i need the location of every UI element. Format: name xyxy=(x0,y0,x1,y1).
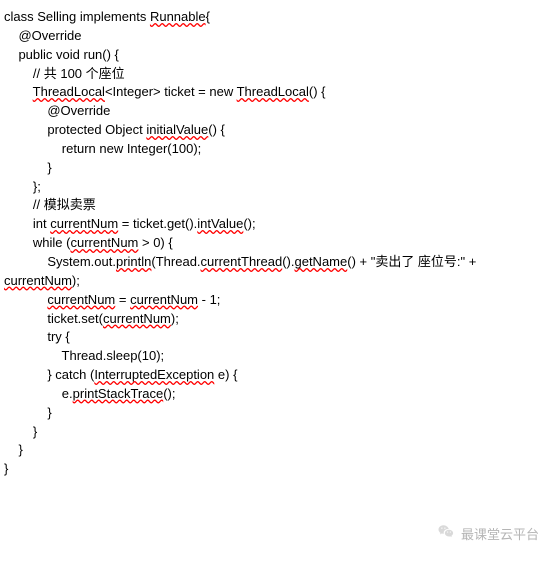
squiggly-text: currentNum xyxy=(4,273,72,288)
text: { xyxy=(206,9,210,24)
text: System.out. xyxy=(4,254,116,269)
text: (Thread. xyxy=(151,254,200,269)
code-line: }; xyxy=(4,178,547,197)
squiggly-text: InterruptedException xyxy=(94,367,214,382)
code-line: return new Integer(100); xyxy=(4,140,547,159)
text: ); xyxy=(171,311,179,326)
code-line: ticket.set(currentNum); xyxy=(4,310,547,329)
text: - 1; xyxy=(198,292,220,307)
code-line: e.printStackTrace(); xyxy=(4,385,547,404)
watermark-text: 最课堂云平台 xyxy=(461,524,539,543)
text: <Integer> ticket = new xyxy=(105,84,237,99)
squiggly-text: currentNum xyxy=(47,292,115,307)
squiggly-text: ThreadLocal xyxy=(33,84,105,99)
text: > 0) { xyxy=(138,235,172,250)
squiggly-text: ThreadLocal xyxy=(237,84,309,99)
code-block: class Selling implements Runnable{ @Over… xyxy=(4,8,547,479)
squiggly-text: getName xyxy=(294,254,347,269)
text: () { xyxy=(208,122,225,137)
squiggly-text: intValue xyxy=(197,216,243,231)
squiggly-text: Runnable xyxy=(150,9,206,24)
code-line: currentNum); xyxy=(4,272,547,291)
code-line: // 模拟卖票 xyxy=(4,196,547,215)
text: int xyxy=(4,216,50,231)
code-line: } xyxy=(4,159,547,178)
code-line: protected Object initialValue() { xyxy=(4,121,547,140)
code-line: System.out.println(Thread.currentThread(… xyxy=(4,253,547,272)
text: = ticket.get(). xyxy=(118,216,197,231)
text: protected Object xyxy=(4,122,146,137)
text: (). xyxy=(282,254,294,269)
code-line: class Selling implements Runnable{ xyxy=(4,8,547,27)
wechat-icon xyxy=(437,523,455,544)
squiggly-text: currentThread xyxy=(201,254,283,269)
code-line: // 共 100 个座位 xyxy=(4,65,547,84)
squiggly-text: initialValue xyxy=(146,122,208,137)
squiggly-text: printStackTrace xyxy=(73,386,164,401)
text: } catch ( xyxy=(4,367,94,382)
squiggly-text: println xyxy=(116,254,151,269)
text: ); xyxy=(72,273,80,288)
code-line: ThreadLocal<Integer> ticket = new Thread… xyxy=(4,83,547,102)
text: class Selling implements xyxy=(4,9,150,24)
text: e) { xyxy=(214,367,237,382)
text: ticket.set( xyxy=(4,311,103,326)
code-line: public void run() { xyxy=(4,46,547,65)
text: (); xyxy=(243,216,255,231)
code-line: } xyxy=(4,441,547,460)
squiggly-text: currentNum xyxy=(70,235,138,250)
squiggly-text: currentNum xyxy=(50,216,118,231)
code-line: try { xyxy=(4,328,547,347)
code-line: currentNum = currentNum - 1; xyxy=(4,291,547,310)
text: while ( xyxy=(4,235,70,250)
code-line: while (currentNum > 0) { xyxy=(4,234,547,253)
code-line: @Override xyxy=(4,27,547,46)
code-line: } xyxy=(4,423,547,442)
squiggly-text: currentNum xyxy=(130,292,198,307)
text: (); xyxy=(163,386,175,401)
text xyxy=(4,292,47,307)
code-line: @Override xyxy=(4,102,547,121)
code-line: } xyxy=(4,460,547,479)
watermark: 最课堂云平台 xyxy=(437,523,539,544)
text: = xyxy=(115,292,130,307)
code-line: int currentNum = ticket.get().intValue()… xyxy=(4,215,547,234)
squiggly-text: currentNum xyxy=(103,311,171,326)
text xyxy=(4,84,33,99)
code-line: } xyxy=(4,404,547,423)
text: () { xyxy=(309,84,326,99)
text: () + "卖出了 座位号:" + xyxy=(347,254,480,269)
code-line: } catch (InterruptedException e) { xyxy=(4,366,547,385)
code-line: Thread.sleep(10); xyxy=(4,347,547,366)
text: e. xyxy=(4,386,73,401)
